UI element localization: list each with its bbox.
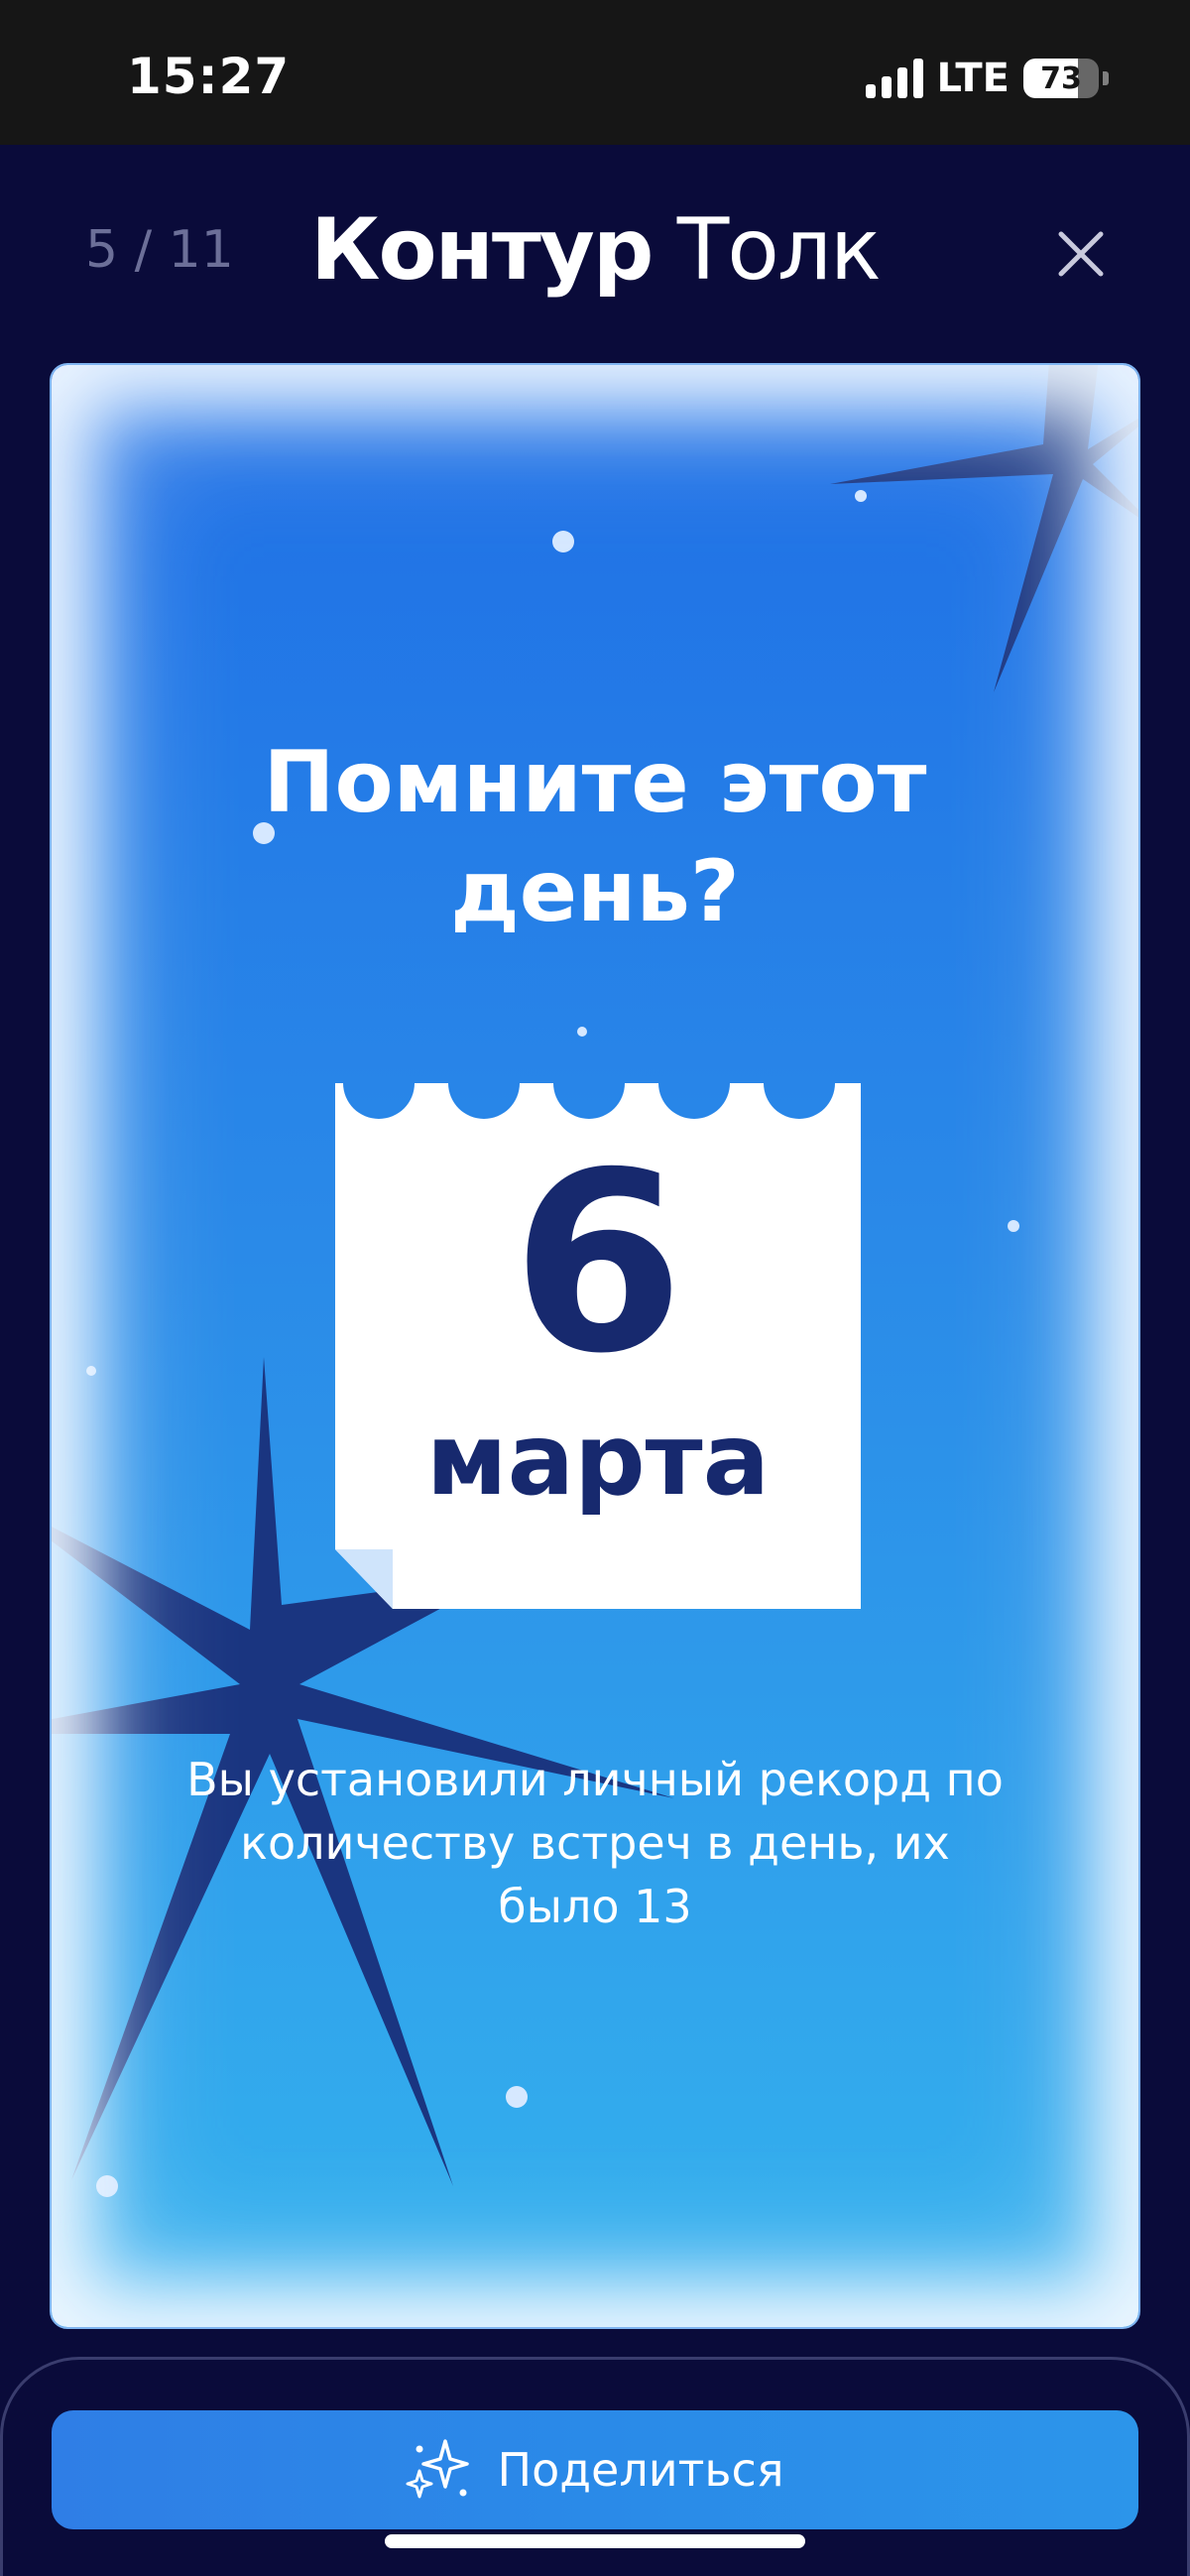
- close-button[interactable]: [1051, 224, 1111, 284]
- network-label: LTE: [936, 56, 1010, 101]
- calendar-day: 6: [512, 1119, 684, 1408]
- status-time: 15:27: [127, 48, 291, 105]
- calendar-page: 6 марта: [335, 1083, 861, 1609]
- card-description: Вы установили личный рекорд по количеств…: [186, 1753, 1004, 1933]
- card-title: Помните этот день?: [263, 733, 927, 941]
- calendar-month: марта: [425, 1402, 771, 1518]
- signal-icon: [865, 59, 923, 98]
- brand-name-regular: Толк: [676, 200, 882, 300]
- brand-logo: Контур Толк: [0, 200, 1190, 300]
- star-top-right-icon: [830, 365, 1138, 692]
- sparkles-icon: [406, 2439, 470, 2499]
- story-header: 5 / 11 Контур Толк: [0, 145, 1190, 357]
- battery-icon: 73: [1023, 59, 1099, 98]
- battery-nub: [1103, 71, 1109, 85]
- share-button[interactable]: Поделиться: [52, 2410, 1138, 2529]
- story-screen: 15:27 LTE 73 5 / 11 Контур Толк Помните …: [0, 0, 1190, 2576]
- status-indicators: LTE 73: [865, 56, 1109, 101]
- share-button-label: Поделиться: [497, 2443, 784, 2497]
- story-card[interactable]: Помните этот день? 6 марта Вы установили…: [50, 363, 1140, 2329]
- close-icon: [1058, 231, 1104, 277]
- status-bar: 15:27 LTE 73: [0, 0, 1190, 145]
- battery-level: 73: [1040, 61, 1082, 96]
- home-indicator[interactable]: [385, 2534, 805, 2548]
- brand-name-bold: Контур: [310, 200, 654, 300]
